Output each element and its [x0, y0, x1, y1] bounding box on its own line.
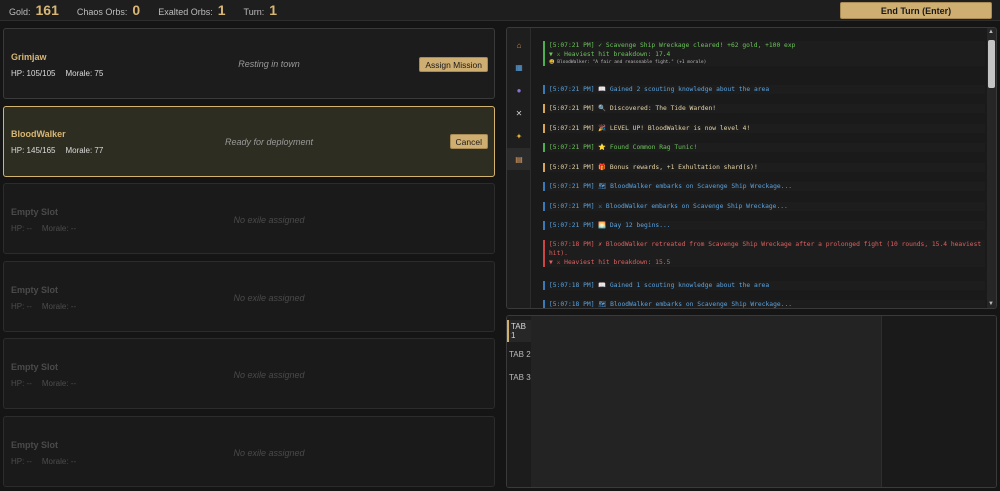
log-text: [5:07:21 PM] 🎉 LEVEL UP! BloodWalker is …	[549, 125, 751, 132]
tab-2[interactable]: TAB 2	[507, 343, 531, 365]
log-quote: 😃 BloodWalker: "A fair and reasonable fi…	[549, 60, 707, 65]
exile-slot-4[interactable]: Empty Slot HP: -- Morale: -- No exile as…	[3, 261, 495, 332]
tab-detail-area	[881, 316, 996, 487]
log-subtext[interactable]: ▼ ⚔ Heaviest hit breakdown: 15.5	[549, 258, 985, 267]
end-turn-button[interactable]: End Turn (Enter)	[840, 2, 992, 19]
exile-name: Empty Slot	[11, 440, 59, 450]
log-text: [5:07:21 PM] 🗺 BloodWalker embarks on Sc…	[549, 183, 793, 190]
log-text: [5:07:21 PM] ⚔ BloodWalker embarks on Sc…	[549, 203, 788, 210]
log-text: [5:07:21 PM] 📖 Gained 2 scouting knowled…	[549, 86, 770, 93]
exile-stats: HP: -- Morale: --	[11, 224, 86, 233]
exile-morale: Morale: --	[41, 379, 77, 388]
map-icon[interactable]: ▦	[507, 56, 531, 78]
log-text: [5:07:21 PM] 🎁 Bonus rewards, +1 Exhulta…	[549, 164, 758, 171]
exile-name: BloodWalker	[11, 129, 66, 139]
log-text: [5:07:18 PM] 🗺 BloodWalker embarks on Sc…	[549, 301, 793, 308]
log-entry: [5:07:21 PM] 🎉 LEVEL UP! BloodWalker is …	[543, 124, 985, 133]
exile-hp: HP: 145/165	[11, 146, 56, 155]
exile-morale: Morale: --	[41, 302, 77, 311]
log-text: [5:07:21 PM] 🌅 Day 12 begins...	[549, 222, 671, 229]
exile-morale: Morale: 75	[65, 69, 104, 78]
log-text: [5:07:21 PM] ⭐ Found Common Rag Tunic!	[549, 144, 698, 151]
exile-status: Resting in town	[238, 59, 300, 69]
exile-hp: HP: --	[11, 224, 32, 233]
log-scrollbar[interactable]: ▲ ▼	[987, 28, 996, 308]
scroll-up-icon[interactable]: ▲	[988, 29, 994, 35]
exile-stats: HP: -- Morale: --	[11, 379, 86, 388]
exile-slot-1[interactable]: Grimjaw HP: 105/105 Morale: 75 Resting i…	[3, 28, 495, 99]
log-entry: [5:07:21 PM] ✓ Scavenge Ship Wreckage cl…	[543, 41, 985, 66]
exile-slot-2[interactable]: BloodWalker HP: 145/165 Morale: 77 Ready…	[3, 106, 495, 177]
log-filter-sidebar: ⌂ ▦ ● ✕ ✦ ▤	[507, 28, 531, 308]
sparkle-icon[interactable]: ✦	[507, 125, 531, 147]
exile-status: No exile assigned	[233, 370, 305, 380]
log-entry: [5:07:18 PM] ✗ BloodWalker retreated fro…	[543, 240, 985, 267]
log-text: [5:07:18 PM] ✗ BloodWalker retreated fro…	[549, 241, 982, 257]
exile-status: No exile assigned	[233, 293, 305, 303]
log-text: [5:07:21 PM] ✓ Scavenge Ship Wreckage cl…	[549, 42, 796, 49]
exile-slot-6[interactable]: Empty Slot HP: -- Morale: -- No exile as…	[3, 416, 495, 487]
exile-hp: HP: --	[11, 379, 32, 388]
exile-stats: HP: -- Morale: --	[11, 457, 86, 466]
log-entry: [5:07:21 PM] 📖 Gained 2 scouting knowled…	[543, 85, 985, 94]
exile-name: Empty Slot	[11, 362, 59, 372]
exalted-orbs-value: 1	[217, 2, 226, 18]
turn-stat: Turn: 1	[244, 2, 277, 18]
resource-bar: Gold: 161 Chaos Orbs: 0 Exalted Orbs: 1 …	[0, 0, 1000, 21]
log-text: [5:07:21 PM] 🔍 Discovered: The Tide Ward…	[549, 105, 717, 112]
turn-value: 1	[269, 2, 277, 18]
exalted-orbs-stat: Exalted Orbs: 1	[158, 2, 225, 18]
log-entry: [5:07:21 PM] 🌅 Day 12 begins...	[543, 221, 985, 230]
exile-slot-5[interactable]: Empty Slot HP: -- Morale: -- No exile as…	[3, 338, 495, 409]
exile-name: Empty Slot	[11, 207, 59, 217]
exile-morale: Morale: --	[41, 224, 77, 233]
scroll-down-icon[interactable]: ▼	[988, 301, 994, 307]
log-entry: [5:07:18 PM] 📖 Gained 1 scouting knowled…	[543, 281, 985, 290]
tabs-panel: TAB 1 TAB 2 TAB 3	[506, 315, 997, 488]
log-entry: [5:07:21 PM] 🗺 BloodWalker embarks on Sc…	[543, 182, 985, 191]
log-entry: [5:07:21 PM] 🔍 Discovered: The Tide Ward…	[543, 104, 985, 113]
scroll-icon[interactable]: ▤	[507, 148, 531, 170]
gold-stat: Gold: 161	[9, 2, 59, 18]
tab-content-area	[531, 316, 881, 487]
exile-status: No exile assigned	[233, 448, 305, 458]
chaos-orbs-label: Chaos Orbs:	[76, 7, 128, 17]
log-entry: [5:07:21 PM] ⚔ BloodWalker embarks on Sc…	[543, 202, 985, 211]
tab-3[interactable]: TAB 3	[507, 366, 531, 388]
exalted-orbs-label: Exalted Orbs:	[158, 7, 213, 17]
exile-hp: HP: --	[11, 457, 32, 466]
exile-name: Empty Slot	[11, 285, 59, 295]
cancel-button[interactable]: Cancel	[449, 134, 488, 149]
exile-status: No exile assigned	[233, 215, 305, 225]
log-entry: [5:07:21 PM] 🎁 Bonus rewards, +1 Exhulta…	[543, 163, 985, 172]
swords-icon[interactable]: ✕	[507, 102, 531, 124]
log-text: [5:07:18 PM] 📖 Gained 1 scouting knowled…	[549, 282, 770, 289]
gold-value: 161	[35, 2, 59, 18]
exile-status: Ready for deployment	[224, 137, 314, 147]
tab-1[interactable]: TAB 1	[507, 320, 531, 342]
gold-label: Gold:	[9, 7, 31, 17]
exile-hp: HP: --	[11, 302, 32, 311]
turn-label: Turn:	[243, 7, 265, 17]
exile-stats: HP: -- Morale: --	[11, 302, 86, 311]
event-log-panel: ⌂ ▦ ● ✕ ✦ ▤ [5:07:21 PM] ✓ Scavenge Ship…	[506, 27, 997, 309]
exile-morale: Morale: 77	[65, 146, 104, 155]
exile-morale: Morale: --	[41, 457, 77, 466]
chaos-orbs-stat: Chaos Orbs: 0	[77, 2, 140, 18]
log-entry: [5:07:21 PM] ⭐ Found Common Rag Tunic!	[543, 143, 985, 152]
log-subtext[interactable]: ▼ ⚔ Heaviest hit breakdown: 17.4	[549, 50, 985, 59]
chaos-orbs-value: 0	[132, 2, 141, 18]
home-icon[interactable]: ⌂	[507, 34, 531, 56]
tab-list: TAB 1 TAB 2 TAB 3	[507, 316, 531, 487]
exile-slot-3[interactable]: Empty Slot HP: -- Morale: -- No exile as…	[3, 183, 495, 254]
person-icon[interactable]: ●	[507, 79, 531, 101]
log-entry: [5:07:18 PM] 🗺 BloodWalker embarks on Sc…	[543, 300, 985, 308]
exile-name: Grimjaw	[11, 52, 47, 62]
scroll-thumb[interactable]	[988, 40, 995, 88]
exile-stats: HP: 145/165 Morale: 77	[11, 146, 113, 155]
exile-stats: HP: 105/105 Morale: 75	[11, 69, 113, 78]
exile-hp: HP: 105/105	[11, 69, 56, 78]
assign-mission-button[interactable]: Assign Mission	[419, 57, 488, 72]
